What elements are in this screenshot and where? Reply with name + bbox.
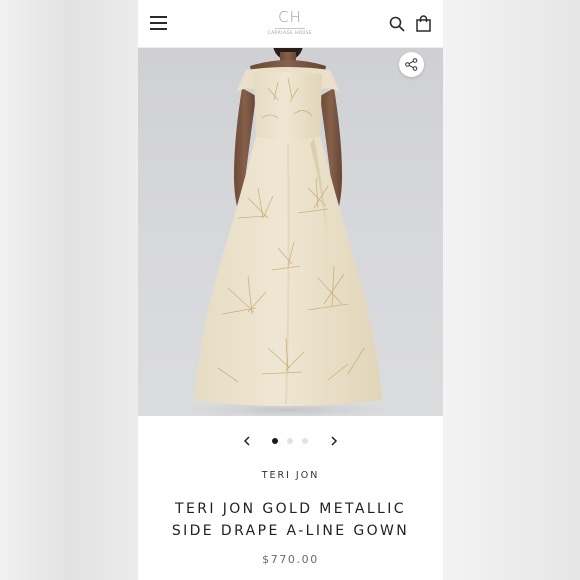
product-title-line-1: TERI JON GOLD METALLIC — [175, 501, 406, 517]
chevron-left-icon[interactable] — [239, 430, 255, 452]
header-bar: CH CARRIAGE HOUSE — [138, 0, 443, 48]
logo-monogram: CH — [278, 8, 302, 26]
logo-subtitle: CARRIAGE HOUSE — [267, 30, 313, 35]
product-title: TERI JON GOLD METALLIC SIDE DRAPE A-LINE… — [138, 498, 443, 542]
search-icon[interactable] — [389, 16, 405, 32]
gown-illustration — [168, 48, 408, 416]
carousel-dot-3[interactable] — [302, 438, 308, 444]
mobile-product-page: CH CARRIAGE HOUSE TERI JON TERI JON GOLD… — [138, 0, 443, 580]
carousel-dot-1[interactable] — [272, 438, 278, 444]
shopping-bag-icon[interactable] — [416, 15, 431, 32]
share-icon — [405, 58, 418, 71]
logo-divider — [275, 28, 305, 29]
chevron-right-icon[interactable] — [326, 430, 342, 452]
product-price: $770.00 — [262, 553, 319, 566]
product-title-line-2: SIDE DRAPE A-LINE GOWN — [171, 523, 410, 539]
store-logo[interactable]: CH CARRIAGE HOUSE — [264, 9, 316, 36]
product-image[interactable] — [138, 48, 443, 416]
share-button[interactable] — [399, 52, 424, 77]
image-carousel-controls — [138, 430, 443, 452]
hamburger-menu-icon[interactable] — [150, 16, 167, 30]
carousel-dot-2[interactable] — [287, 438, 293, 444]
product-brand-link[interactable]: TERI JON — [138, 470, 443, 481]
